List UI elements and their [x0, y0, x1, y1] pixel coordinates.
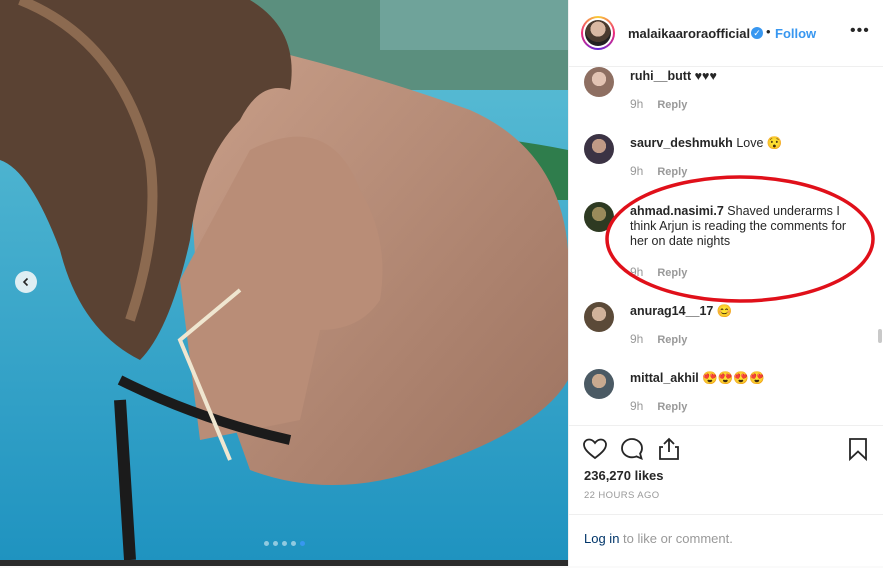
comment-text: Love 😯	[736, 136, 783, 150]
comment-time: 9h	[630, 97, 644, 111]
post-header: malaikaaroraofficial ✓ • Follow •••	[569, 0, 883, 67]
comment-text: 😍😍😍😍	[702, 371, 765, 385]
commenter-avatar[interactable]	[584, 134, 614, 164]
reply-button[interactable]: Reply	[657, 99, 687, 111]
carousel-dot[interactable]	[282, 541, 287, 546]
commenter-username[interactable]: ruhi__butt	[630, 69, 691, 83]
share-icon[interactable]	[656, 436, 682, 462]
chevron-left-icon	[22, 277, 29, 287]
bookmark-icon[interactable]	[845, 436, 871, 462]
commenter-username[interactable]: saurv_deshmukh	[630, 136, 733, 150]
comment-icon[interactable]	[619, 436, 645, 462]
photo-illustration	[0, 0, 568, 560]
carousel-dot[interactable]	[273, 541, 278, 546]
login-link[interactable]: Log in	[584, 531, 619, 546]
commenter-username[interactable]: mittal_akhil	[630, 371, 699, 385]
follow-button[interactable]: Follow	[775, 26, 816, 41]
comment-time: 9h	[630, 332, 644, 346]
login-prompt-text: to like or comment.	[619, 531, 733, 546]
carousel-prev-button[interactable]	[15, 271, 37, 293]
post-photo[interactable]	[0, 0, 568, 560]
carousel-dot[interactable]	[300, 541, 305, 546]
author-username[interactable]: malaikaaroraofficial	[628, 26, 750, 41]
post-timestamp[interactable]: 22 HOURS AGO	[584, 490, 660, 501]
commenter-username[interactable]: anurag14__17	[630, 304, 713, 318]
verified-badge-icon: ✓	[751, 27, 763, 39]
carousel-dot[interactable]	[291, 541, 296, 546]
more-options-icon[interactable]: •••	[850, 22, 870, 40]
comment-time: 9h	[630, 399, 644, 413]
login-prompt: Log in to like or comment.	[569, 514, 883, 568]
thumbnail-strip	[0, 560, 568, 566]
heart-icon[interactable]	[582, 436, 608, 462]
commenter-avatar[interactable]	[584, 302, 614, 332]
author-avatar[interactable]	[581, 16, 615, 50]
comment-text: 😊	[716, 304, 733, 318]
reply-button[interactable]: Reply	[657, 334, 687, 346]
instagram-post-view: malaikaaroraofficial ✓ • Follow ••• ruhi…	[0, 0, 883, 566]
likes-count[interactable]: 236,270 likes	[584, 468, 664, 483]
header-separator: •	[766, 24, 771, 39]
commenter-avatar[interactable]	[584, 369, 614, 399]
annotation-ellipse	[605, 175, 875, 303]
post-actions: 236,270 likes 22 HOURS AGO Log in to lik…	[569, 425, 883, 567]
comments-scrollbar[interactable]	[878, 329, 882, 343]
comment-text: ♥♥♥	[694, 69, 717, 83]
commenter-avatar[interactable]	[584, 67, 614, 97]
carousel-dots	[264, 541, 305, 546]
reply-button[interactable]: Reply	[657, 401, 687, 413]
carousel-dot[interactable]	[264, 541, 269, 546]
